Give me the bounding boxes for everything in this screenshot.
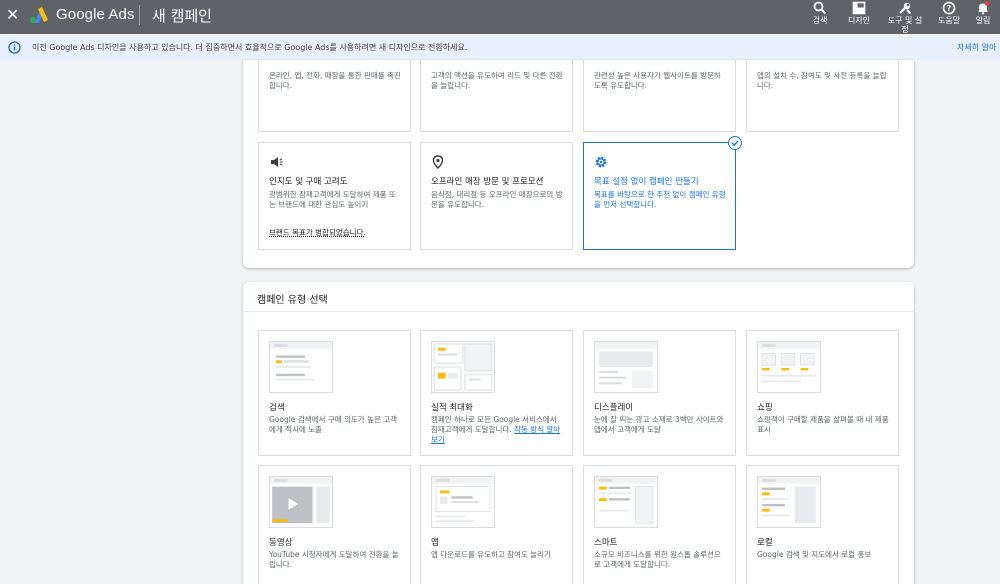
search-thumbnail (269, 341, 333, 393)
new-design-banner: 이전 Google Ads 디자인을 사용하고 있습니다. 더 집중하면서 효율… (0, 36, 1000, 60)
tools-and-settings[interactable]: 도구 및 설정 (886, 0, 924, 34)
goal-card-desc: 광범위한 잠재고객에게 도달하여 제품 또는 브랜드에 대한 관심도 높이기 (269, 190, 396, 209)
help-tool[interactable]: ? 도움말 (936, 0, 962, 34)
display-thumbnail (594, 341, 658, 393)
search-tool[interactable]: 검색 (808, 0, 832, 34)
campaign-type-desc: 쇼핑객이 구매할 제품을 살펴볼 때 내 제품 표시 (757, 415, 889, 434)
campaign-type-video[interactable]: 동영상 YouTube 시청자에게 도달하여 전환을 늘립니다. (258, 465, 411, 584)
help-tool-label: 도움말 (937, 16, 961, 25)
info-icon (8, 41, 21, 54)
goal-card-desc: 온라인, 앱, 전화, 매장을 통한 판매를 촉진합니다. (269, 71, 401, 90)
campaign-type-desc: Google 검색 및 지도에서 로컬 홍보 (757, 550, 872, 559)
selected-check-icon (728, 136, 742, 150)
shopping-thumbnail (757, 341, 821, 393)
page-title: 새 캠페인 (152, 7, 212, 25)
performance-max-thumbnail (431, 341, 495, 393)
campaign-type-smart[interactable]: 스마트 소규모 비즈니스를 위한 원스톱 솔루션으로 고객에게 도달합니다. (583, 465, 736, 584)
banner-message: 이전 Google Ads 디자인을 사용하고 있습니다. 더 집중하면서 효율… (32, 43, 468, 52)
help-icon: ? (942, 1, 956, 15)
banner-learn-more-link[interactable]: 자세히 알아 (957, 42, 996, 53)
campaign-type-title: 스마트 (594, 538, 618, 548)
campaign-type-app[interactable]: 앱 앱 다운로드를 유도하고 참여도 늘리기 (420, 465, 573, 584)
campaign-type-title: 동영상 (269, 538, 293, 548)
campaign-type-title: 쇼핑 (757, 403, 773, 413)
google-ads-logo (29, 7, 48, 24)
megaphone-icon (271, 157, 283, 167)
campaign-type-title: 앱 (431, 538, 439, 548)
campaign-type-desc: 소규모 비즈니스를 위한 원스톱 솔루션으로 고객에게 도달합니다. (594, 550, 721, 569)
campaign-type-desc: 앱 다운로드를 유도하고 참여도 늘리기 (431, 550, 551, 559)
goal-card-title: 목표 설정 없이 캠페인 만들기 (594, 177, 699, 187)
brand-name[interactable]: Google Ads (56, 6, 135, 23)
section-divider (243, 311, 914, 312)
notifications-tool-label: 알림 (975, 16, 991, 25)
goal-card-desc: 목표를 바탕으로 한 추천 없이 캠페인 유형을 먼저 선택합니다. (594, 190, 726, 209)
campaign-type-section-title: 캠페인 유형 선택 (257, 295, 328, 306)
bell-icon (978, 1, 990, 15)
campaign-type-local[interactable]: 로컬 Google 검색 및 지도에서 로컬 홍보 (746, 465, 899, 584)
goal-card-desc: 고객의 액션을 유도하여 리드 및 다른 전환을 늘립니다. (431, 71, 563, 90)
campaign-type-title: 실적 최대화 (431, 403, 473, 413)
appearance-icon (852, 1, 866, 15)
notifications-tool[interactable]: 알림 (972, 0, 994, 34)
campaign-type-title: 로컬 (757, 538, 773, 548)
close-icon[interactable]: ✕ (6, 6, 20, 24)
goal-card-desc: 관련성 높은 사용자가 웹사이트를 방문하도록 유도합니다. (594, 71, 721, 90)
goal-card-leads[interactable]: 고객의 액션을 유도하여 리드 및 다른 전환을 늘립니다. (420, 60, 573, 132)
campaign-type-display[interactable]: 디스플레이 눈에 잘 띄는 광고 소재로 3백만 사이트와 앱에서 고객에게 도… (583, 330, 736, 456)
campaign-type-desc: 캠페인 하나로 모든 Google 서비스에서 잠재고객에게 도달합니다. 작동… (431, 415, 564, 445)
campaign-type-search[interactable]: 검색 Google 검색에서 구매 의도가 높은 고객에게 적시에 노출 (258, 330, 411, 456)
campaign-type-desc: YouTube 시청자에게 도달하여 전환을 늘립니다. (269, 550, 399, 569)
goal-card-awareness[interactable]: 인지도 및 구매 고려도 광범위한 잠재고객에게 도달하여 제품 또는 브랜드에… (258, 142, 411, 250)
smart-thumbnail (594, 476, 658, 528)
campaign-type-performance-max[interactable]: 실적 최대화 캠페인 하나로 모든 Google 서비스에서 잠재고객에게 도달… (420, 330, 573, 456)
svg-text:?: ? (947, 4, 952, 13)
video-thumbnail (269, 476, 333, 528)
goal-card-title: 오프라인 매장 방문 및 프로모션 (431, 177, 544, 187)
campaign-type-desc: 눈에 잘 띄는 광고 소재로 3백만 사이트와 앱에서 고객에게 도달 (594, 415, 724, 434)
appearance-tool-label: 디자인 (847, 16, 871, 25)
goal-card-desc: 음식점, 대리점 등 오프라인 매장으로의 방문을 유도합니다. (431, 190, 563, 209)
goal-card-store-visits[interactable]: 오프라인 매장 방문 및 프로모션 음식점, 대리점 등 오프라인 매장으로의 … (420, 142, 573, 250)
app-thumbnail (431, 476, 495, 528)
search-tool-label: 검색 (812, 16, 828, 25)
goal-card-app-promotion[interactable]: 앱의 설치 수, 참여도 및 사전 등록을 늘립니다. (746, 60, 899, 132)
tools-and-settings-label: 도구 및 설정 (887, 16, 923, 34)
goal-card-title: 인지도 및 구매 고려도 (269, 177, 348, 187)
top-app-bar: ✕ Google Ads 새 캠페인 검색 디자인 도구 및 설정 ? 도움말 … (0, 0, 1000, 34)
gear-icon (595, 156, 607, 168)
campaign-type-desc: Google 검색에서 구매 의도가 높은 고객에게 적시에 노출 (269, 415, 398, 434)
local-thumbnail (757, 476, 821, 528)
campaign-type-shopping[interactable]: 쇼핑 쇼핑객이 구매할 제품을 살펴볼 때 내 제품 표시 (746, 330, 899, 456)
campaign-type-title: 디스플레이 (594, 403, 634, 413)
search-icon (813, 1, 827, 15)
header-divider (139, 5, 140, 25)
goal-card-website-traffic[interactable]: 관련성 높은 사용자가 웹사이트를 방문하도록 유도합니다. (583, 60, 736, 132)
goal-card-desc: 앱의 설치 수, 참여도 및 사전 등록을 늘립니다. (757, 71, 887, 90)
appearance-tool[interactable]: 디자인 (846, 0, 872, 34)
campaign-type-title: 검색 (269, 403, 285, 413)
brand-goal-merged-note[interactable]: 브랜드 목표가 병합되었습니다. (269, 227, 366, 238)
location-pin-icon (432, 155, 444, 169)
goal-card-sales[interactable]: 온라인, 앱, 전화, 매장을 통한 판매를 촉진합니다. (258, 60, 411, 132)
goal-card-no-goal[interactable]: 목표 설정 없이 캠페인 만들기 목표를 바탕으로 한 추천 없이 캠페인 유형… (583, 142, 736, 250)
wrench-icon (899, 2, 912, 15)
